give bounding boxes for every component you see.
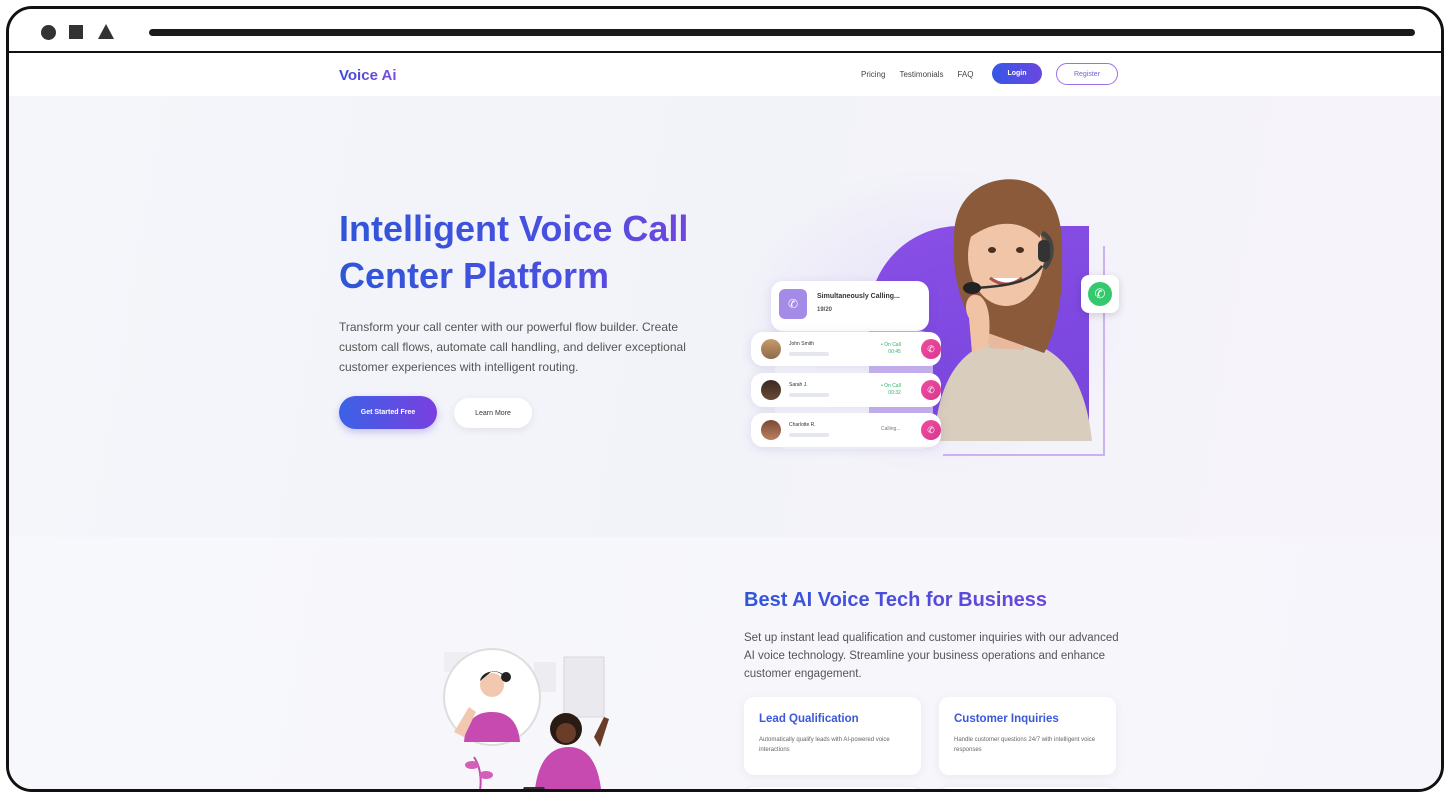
avatar bbox=[761, 420, 781, 440]
calling-card-title: Simultaneously Calling... bbox=[817, 293, 900, 300]
triangle-icon[interactable] bbox=[98, 24, 114, 39]
caller-name: John Smith bbox=[789, 341, 815, 347]
hero-section: Intelligent Voice Call Center Platform T… bbox=[9, 96, 1441, 537]
nav-link-pricing[interactable]: Pricing bbox=[861, 70, 885, 79]
feature-card-lead-qualification[interactable]: Lead Qualification Automatically qualify… bbox=[744, 697, 921, 775]
avatar bbox=[761, 339, 781, 359]
feature-description: Automatically qualify leads with AI-powe… bbox=[759, 737, 890, 753]
call-row: John Smith • On Call 00:45 ✆ bbox=[751, 332, 941, 366]
nav-link-faq[interactable]: FAQ bbox=[957, 70, 973, 79]
get-started-button[interactable]: Get Started Free bbox=[339, 396, 437, 429]
hang-up-icon[interactable]: ✆ bbox=[921, 339, 941, 359]
hang-up-icon[interactable]: ✆ bbox=[921, 380, 941, 400]
caller-name: Sarah J. bbox=[789, 382, 808, 388]
section-title: Best AI Voice Tech for Business bbox=[744, 589, 1048, 611]
placeholder-bar bbox=[789, 393, 829, 397]
hero-title: Intelligent Voice Call Center Platform bbox=[339, 205, 719, 299]
hang-up-icon[interactable]: ✆ bbox=[921, 420, 941, 440]
section-description: Set up instant lead qualification and cu… bbox=[744, 632, 1119, 680]
register-button[interactable]: Register bbox=[1056, 63, 1118, 85]
calling-card-count: 19/20 bbox=[817, 307, 833, 313]
support-illustration bbox=[443, 648, 609, 789]
calling-card: ✆ Simultaneously Calling... 19/20 bbox=[771, 281, 929, 331]
address-bar[interactable] bbox=[149, 29, 1415, 36]
feature-card-partial bbox=[939, 787, 1116, 789]
call-status: • On Call 00:45 bbox=[881, 342, 901, 355]
features-section: Best AI Voice Tech for Business Set up i… bbox=[9, 537, 1441, 789]
phone-icon: ✆ bbox=[1088, 282, 1112, 306]
web-page: Voice Ai Pricing Testimonials FAQ Login … bbox=[9, 56, 1441, 789]
feature-description: Handle customer questions 24/7 with inte… bbox=[954, 737, 1096, 753]
browser-chrome bbox=[9, 9, 1441, 53]
login-button[interactable]: Login bbox=[992, 63, 1042, 84]
hero-description: Transform your call center with our powe… bbox=[339, 320, 686, 374]
caller-name: Charlotte R. bbox=[789, 422, 816, 428]
call-status: • On Call 00:32 bbox=[881, 383, 901, 396]
phone-call-icon: ✆ bbox=[779, 289, 807, 319]
call-row: Charlotte R. Calling... ✆ bbox=[751, 413, 941, 447]
circle-icon[interactable] bbox=[41, 25, 56, 40]
feature-title: Customer Inquiries bbox=[954, 713, 1059, 725]
feature-card-customer-inquiries[interactable]: Customer Inquiries Handle customer quest… bbox=[939, 697, 1116, 775]
learn-more-button[interactable]: Learn More bbox=[454, 398, 532, 428]
placeholder-bar bbox=[789, 433, 829, 437]
call-status: Calling... bbox=[881, 426, 901, 432]
nav-link-testimonials[interactable]: Testimonials bbox=[899, 70, 943, 79]
decor-line bbox=[943, 454, 1105, 456]
feature-title: Lead Qualification bbox=[759, 713, 859, 725]
brand-logo[interactable]: Voice Ai bbox=[339, 67, 397, 84]
hero-illustration: ✆ ✆ Simultaneously Calling... 19/20 John… bbox=[709, 156, 1149, 486]
square-icon[interactable] bbox=[69, 25, 83, 39]
placeholder-bar bbox=[789, 352, 829, 356]
phone-badge: ✆ bbox=[1081, 275, 1119, 313]
nav-links: Pricing Testimonials FAQ bbox=[861, 70, 973, 79]
top-navigation: Voice Ai Pricing Testimonials FAQ Login … bbox=[9, 56, 1441, 96]
call-row: Sarah J. • On Call 00:32 ✆ bbox=[751, 373, 941, 407]
feature-card-partial bbox=[744, 787, 921, 789]
agent-photo bbox=[934, 179, 1092, 441]
browser-window: Voice Ai Pricing Testimonials FAQ Login … bbox=[6, 6, 1444, 792]
avatar bbox=[761, 380, 781, 400]
